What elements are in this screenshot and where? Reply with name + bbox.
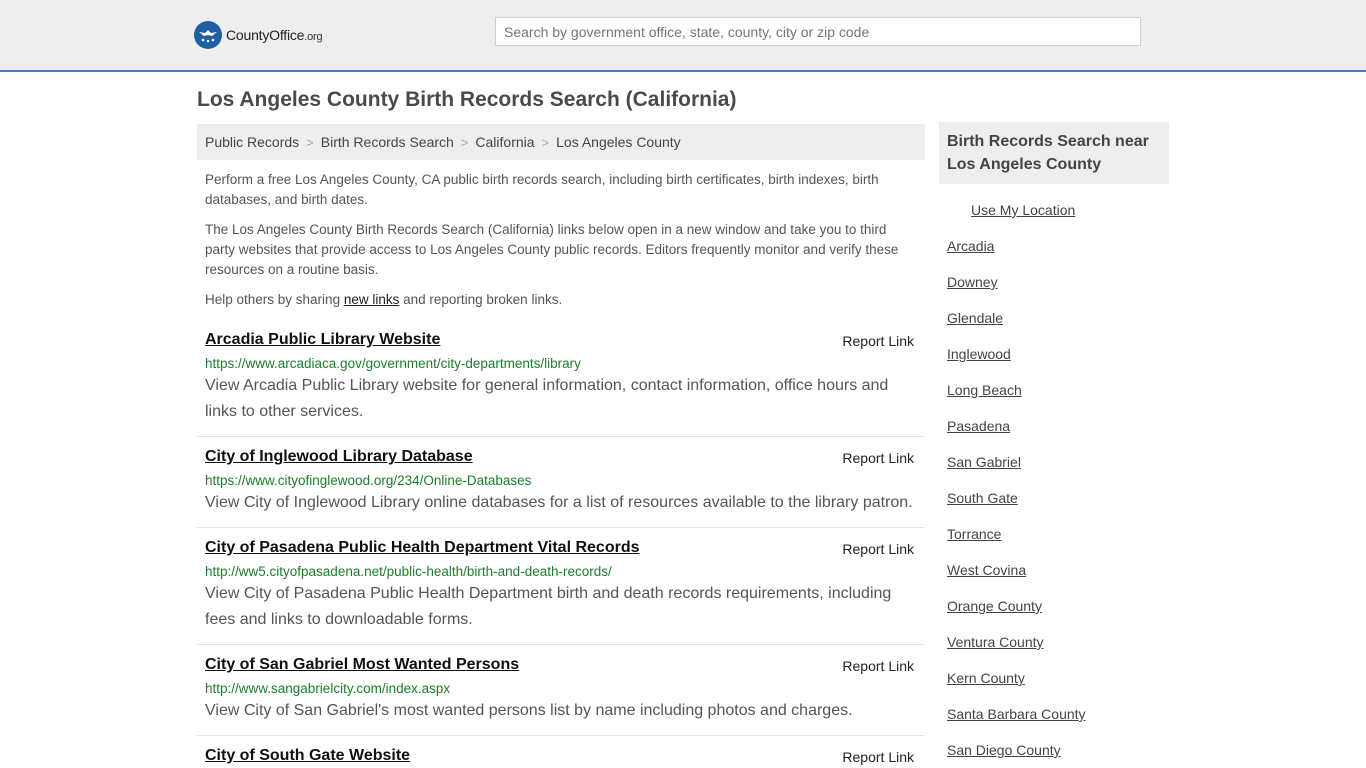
eagle-seal-icon <box>194 21 222 49</box>
sidebar-link-inglewood[interactable]: Inglewood <box>947 346 1011 362</box>
sidebar-link-pasadena[interactable]: Pasadena <box>947 418 1010 434</box>
sidebar-link-kern-county[interactable]: Kern County <box>947 670 1025 686</box>
breadcrumb-separator-icon: > <box>306 134 314 150</box>
result-url: https://www.cityofinglewood.org/234/Onli… <box>205 473 532 488</box>
sidebar-link-downey[interactable]: Downey <box>947 274 998 290</box>
sidebar-link-torrance[interactable]: Torrance <box>947 526 1001 542</box>
result-title-link[interactable]: City of Pasadena Public Health Departmen… <box>205 539 640 557</box>
site-header: CountyOffice.org <box>0 0 1366 72</box>
sidebar-link-south-gate[interactable]: South Gate <box>947 490 1018 506</box>
breadcrumb-los-angeles-county[interactable]: Los Angeles County <box>556 134 681 150</box>
use-my-location-link[interactable]: Use My Location <box>971 202 1075 218</box>
result-description: View Arcadia Public Library website for … <box>205 377 889 420</box>
result-title-link[interactable]: City of Inglewood Library Database <box>205 448 473 466</box>
result-item: City of Inglewood Library Database Repor… <box>197 448 925 528</box>
search-input[interactable] <box>495 17 1141 46</box>
breadcrumb-separator-icon: > <box>460 134 469 150</box>
report-link-button[interactable]: Report Link <box>842 333 914 349</box>
result-url: http://www.sangabrielcity.com/index.aspx <box>205 681 451 696</box>
breadcrumb-california[interactable]: California <box>475 134 534 150</box>
sidebar-link-west-covina[interactable]: West Covina <box>947 562 1026 578</box>
page-title: Los Angeles County Birth Records Search … <box>197 88 737 111</box>
share-links-paragraph: Help others by sharing new links and rep… <box>205 292 563 307</box>
result-item: City of Pasadena Public Health Departmen… <box>197 539 925 645</box>
sidebar-heading: Birth Records Search near Los Angeles Co… <box>939 122 1169 184</box>
report-link-button[interactable]: Report Link <box>842 541 914 557</box>
breadcrumb-separator-icon: > <box>541 134 550 150</box>
sidebar-link-orange-county[interactable]: Orange County <box>947 598 1042 614</box>
result-title-link[interactable]: City of San Gabriel Most Wanted Persons <box>205 656 519 674</box>
report-link-button[interactable]: Report Link <box>842 450 914 466</box>
report-link-button[interactable]: Report Link <box>842 658 914 674</box>
result-item: City of San Gabriel Most Wanted Persons … <box>197 656 925 736</box>
breadcrumb: Public Records > Birth Records Search > … <box>197 124 925 160</box>
sidebar-link-glendale[interactable]: Glendale <box>947 310 1003 326</box>
sidebar-link-ventura-county[interactable]: Ventura County <box>947 634 1044 650</box>
sidebar-link-santa-barbara-county[interactable]: Santa Barbara County <box>947 706 1086 722</box>
disclaimer-paragraph: The Los Angeles County Birth Records Sea… <box>205 222 899 277</box>
result-item: Arcadia Public Library Website Report Li… <box>197 331 925 437</box>
result-title-link[interactable]: Arcadia Public Library Website <box>205 331 440 349</box>
result-title-link[interactable]: City of South Gate Website <box>205 747 410 765</box>
sidebar-link-san-diego-county[interactable]: San Diego County <box>947 742 1061 758</box>
intro-paragraph: Perform a free Los Angeles County, CA pu… <box>205 172 879 207</box>
result-url: https://www.arcadiaca.gov/government/cit… <box>205 356 581 371</box>
sidebar-link-san-gabriel[interactable]: San Gabriel <box>947 454 1021 470</box>
result-url: http://ww5.cityofpasadena.net/public-hea… <box>205 564 612 579</box>
new-links-link[interactable]: new links <box>344 292 400 307</box>
site-logo[interactable]: CountyOffice.org <box>194 20 323 50</box>
sidebar-link-long-beach[interactable]: Long Beach <box>947 382 1022 398</box>
sidebar-link-arcadia[interactable]: Arcadia <box>947 238 994 254</box>
breadcrumb-public-records[interactable]: Public Records <box>205 134 299 150</box>
report-link-button[interactable]: Report Link <box>842 749 914 765</box>
result-item: City of South Gate Website Report Link <box>197 747 925 768</box>
result-description: View City of Inglewood Library online da… <box>205 494 913 511</box>
breadcrumb-birth-records-search[interactable]: Birth Records Search <box>321 134 454 150</box>
logo-text: CountyOffice.org <box>226 27 323 43</box>
result-description: View City of Pasadena Public Health Depa… <box>205 585 892 628</box>
result-description: View City of San Gabriel's most wanted p… <box>205 702 853 719</box>
